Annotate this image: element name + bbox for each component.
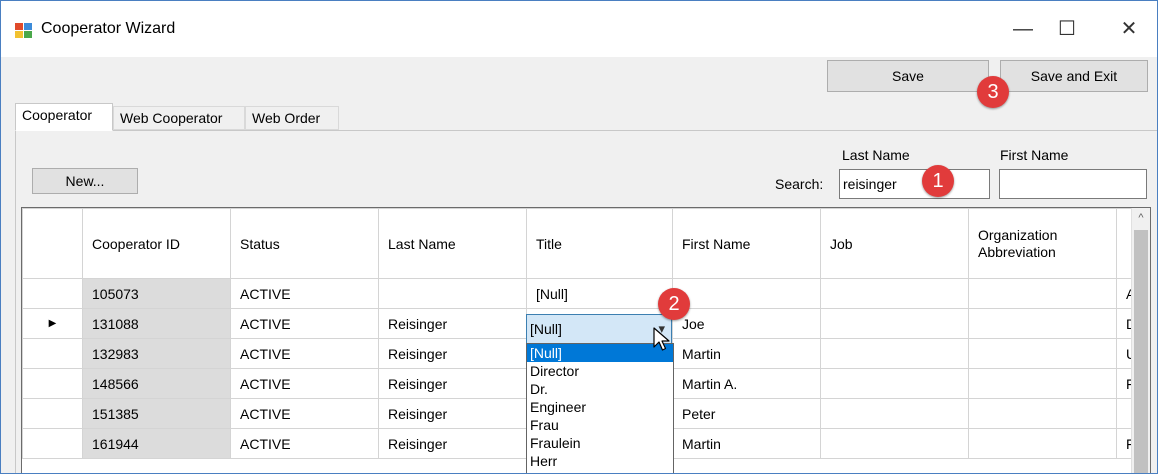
cell-organization-abbreviation[interactable]: [968, 398, 1117, 429]
cell-cooperator-id[interactable]: 132983: [82, 338, 231, 369]
title-combobox[interactable]: [Null] ▾: [526, 314, 672, 344]
save-and-exit-button[interactable]: Save and Exit: [1000, 60, 1148, 92]
cell-job[interactable]: [820, 308, 969, 339]
cell-cooperator-id[interactable]: 161944: [82, 428, 231, 459]
row-indicator[interactable]: [22, 278, 83, 309]
cell-first-name[interactable]: Martin: [672, 338, 821, 369]
save-button[interactable]: Save: [827, 60, 989, 92]
dropdown-option[interactable]: Director: [527, 362, 673, 380]
new-button[interactable]: New...: [32, 168, 138, 194]
cell-job[interactable]: [820, 278, 969, 309]
grid-header-row: Cooperator ID Status Last Name Title Fir…: [22, 208, 1147, 279]
cell-organization-abbreviation[interactable]: [968, 428, 1117, 459]
cell-status[interactable]: ACTIVE: [230, 398, 379, 429]
scroll-up-arrow-icon[interactable]: ^: [1132, 208, 1150, 228]
dropdown-option[interactable]: Dr.: [527, 380, 673, 398]
dropdown-option[interactable]: Herr: [527, 452, 673, 470]
cell-cooperator-id[interactable]: 148566: [82, 368, 231, 399]
annotation-badge-1: 1: [922, 165, 954, 197]
title-combobox-value: [Null]: [530, 321, 562, 337]
dropdown-option[interactable]: Fraulein: [527, 434, 673, 452]
close-button[interactable]: ✕: [1103, 9, 1155, 49]
cell-status[interactable]: ACTIVE: [230, 308, 379, 339]
column-header-first-name[interactable]: First Name: [672, 208, 821, 279]
cell-job[interactable]: [820, 338, 969, 369]
cell-job[interactable]: [820, 428, 969, 459]
row-indicator[interactable]: [22, 428, 83, 459]
cell-first-name[interactable]: Peter: [672, 398, 821, 429]
cell-status[interactable]: ACTIVE: [230, 368, 379, 399]
cell-status[interactable]: ACTIVE: [230, 338, 379, 369]
scrollbar-thumb[interactable]: [1134, 230, 1148, 473]
tab-web-cooperator[interactable]: Web Cooperator: [113, 106, 245, 130]
dropdown-option[interactable]: Engineer: [527, 398, 673, 416]
column-header-organization-abbreviation[interactable]: Organization Abbreviation: [968, 208, 1117, 279]
cell-last-name[interactable]: Reisinger: [378, 338, 527, 369]
title-dropdown-list[interactable]: [Null] Director Dr. Engineer Frau Fraule…: [526, 343, 674, 473]
row-indicator[interactable]: [22, 398, 83, 429]
search-label: Search:: [775, 176, 824, 192]
tab-web-order[interactable]: Web Order: [245, 106, 339, 130]
first-name-label: First Name: [1000, 147, 1069, 163]
cell-status[interactable]: ACTIVE: [230, 428, 379, 459]
last-name-label: Last Name: [842, 147, 910, 163]
table-row[interactable]: 105073 ACTIVE [Null] A: [22, 278, 1147, 309]
cell-first-name[interactable]: [672, 278, 821, 309]
cell-organization-abbreviation[interactable]: [968, 308, 1117, 339]
column-header-status[interactable]: Status: [230, 208, 379, 279]
cell-last-name[interactable]: Reisinger: [378, 428, 527, 459]
cell-title[interactable]: [Null]: [526, 278, 673, 309]
cell-organization-abbreviation[interactable]: [968, 278, 1117, 309]
annotation-badge-2: 2: [658, 288, 690, 320]
cell-job[interactable]: [820, 368, 969, 399]
cell-first-name[interactable]: Martin: [672, 428, 821, 459]
cooperator-wizard-window: Cooperator Wizard — ☐ ✕ Save Save and Ex…: [0, 0, 1158, 474]
column-header-last-name[interactable]: Last Name: [378, 208, 527, 279]
row-indicator[interactable]: ▶: [22, 308, 83, 339]
cell-last-name[interactable]: Reisinger: [378, 368, 527, 399]
column-header-cooperator-id[interactable]: Cooperator ID: [82, 208, 231, 279]
app-icon: [15, 23, 32, 38]
tab-cooperator[interactable]: Cooperator: [15, 103, 113, 131]
window-title: Cooperator Wizard: [41, 20, 176, 37]
cell-last-name[interactable]: Reisinger: [378, 398, 527, 429]
row-indicator[interactable]: [22, 368, 83, 399]
cell-job[interactable]: [820, 398, 969, 429]
cell-organization-abbreviation[interactable]: [968, 338, 1117, 369]
cell-cooperator-id[interactable]: 151385: [82, 398, 231, 429]
column-header-title[interactable]: Title: [526, 208, 673, 279]
column-header-job[interactable]: Job: [820, 208, 969, 279]
cell-last-name[interactable]: [378, 278, 527, 309]
vertical-scrollbar[interactable]: ^: [1131, 208, 1150, 473]
dropdown-option[interactable]: Frau: [527, 416, 673, 434]
last-name-search-input[interactable]: reisinger: [839, 169, 990, 199]
first-name-search-input[interactable]: [999, 169, 1147, 199]
cell-status[interactable]: ACTIVE: [230, 278, 379, 309]
cell-last-name[interactable]: Reisinger: [378, 308, 527, 339]
row-indicator[interactable]: [22, 338, 83, 369]
dropdown-option[interactable]: [Null]: [527, 344, 673, 362]
title-bar: Cooperator Wizard — ☐ ✕: [1, 1, 1157, 57]
maximize-button[interactable]: ☐: [1041, 9, 1093, 49]
cell-cooperator-id[interactable]: 131088: [82, 308, 231, 339]
cell-first-name[interactable]: Martin A.: [672, 368, 821, 399]
cell-cooperator-id[interactable]: 105073: [82, 278, 231, 309]
row-header-corner: [22, 208, 83, 279]
annotation-badge-3: 3: [977, 76, 1009, 108]
mouse-pointer-icon: [653, 327, 670, 351]
cell-first-name[interactable]: Joe: [672, 308, 821, 339]
cell-organization-abbreviation[interactable]: [968, 368, 1117, 399]
